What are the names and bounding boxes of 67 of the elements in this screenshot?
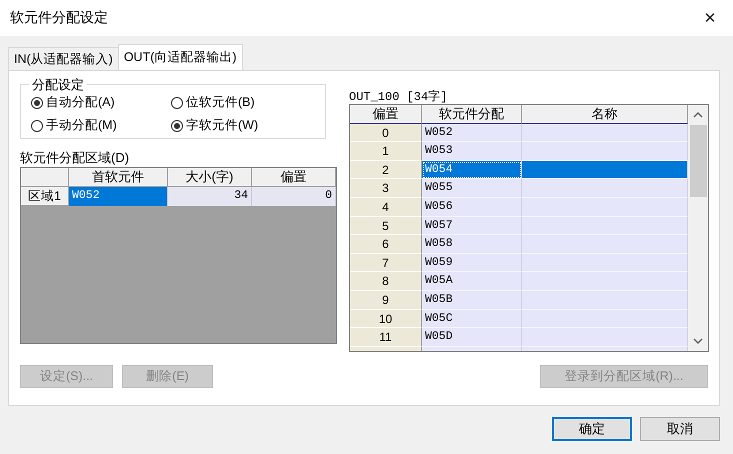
- radio-button[interactable]: 字软元件(W): [171, 116, 321, 135]
- tab[interactable]: IN(从适配器输入): [8, 47, 119, 70]
- table-cell[interactable]: 0: [252, 187, 336, 206]
- row-header: 5: [350, 216, 422, 236]
- table-cell[interactable]: [522, 328, 688, 347]
- scrollbar[interactable]: [688, 105, 708, 351]
- column-header: 名称: [522, 105, 688, 124]
- row-header: 7: [350, 254, 422, 272]
- table-cell[interactable]: [522, 272, 688, 291]
- table-caption: OUT_100 [34字]: [349, 88, 448, 104]
- table-cell[interactable]: [522, 179, 688, 198]
- section-label: 软元件分配区域(D): [20, 149, 130, 167]
- column-header: 软元件分配: [422, 105, 522, 124]
- table-cell[interactable]: [522, 198, 688, 217]
- table-cell[interactable]: W052: [422, 124, 522, 142]
- table-cell[interactable]: W05A: [422, 272, 522, 291]
- column-header: 偏置: [252, 168, 336, 187]
- table-cell[interactable]: 34: [168, 187, 252, 206]
- radio-button[interactable]: 位软元件(B): [171, 93, 321, 112]
- row-header: 8: [350, 272, 422, 291]
- row-header: 区域1: [21, 187, 69, 206]
- table-cell[interactable]: W055: [422, 179, 522, 198]
- row-header: 0: [350, 124, 422, 142]
- table-cell[interactable]: [522, 142, 688, 161]
- table-cell[interactable]: W058: [422, 235, 522, 254]
- scroll-thumb[interactable]: [690, 125, 706, 197]
- table-cell[interactable]: W05B: [422, 290, 522, 310]
- column-header: 首软元件: [69, 168, 168, 187]
- table-cell[interactable]: [522, 160, 688, 180]
- row-header: 1: [350, 142, 422, 161]
- row-header: 9: [350, 290, 422, 310]
- row-header: 11: [350, 328, 422, 347]
- button[interactable]: 确定: [552, 417, 632, 441]
- table-cell[interactable]: W059: [422, 254, 522, 272]
- table-cell[interactable]: [522, 310, 688, 328]
- table-cell[interactable]: W05C: [422, 310, 522, 328]
- row-header: 10: [350, 310, 422, 328]
- scroll-up-icon[interactable]: [693, 112, 703, 118]
- row-header: 6: [350, 235, 422, 254]
- table-cell[interactable]: [522, 216, 688, 236]
- column-header: 大小(字): [168, 168, 252, 187]
- table-cell[interactable]: W053: [422, 142, 522, 161]
- column-header: 偏置: [350, 105, 422, 124]
- group-title: 分配设定: [29, 76, 87, 94]
- radio-icon[interactable]: [171, 120, 183, 132]
- radio-icon[interactable]: [31, 120, 43, 132]
- table-cell[interactable]: [522, 254, 688, 272]
- table-cell[interactable]: W052: [69, 187, 168, 206]
- window-title: 软元件分配设定: [10, 9, 108, 27]
- table-cell[interactable]: W054: [422, 160, 522, 180]
- row-header: 2: [350, 160, 422, 180]
- table-cell[interactable]: [522, 290, 688, 310]
- table-cell[interactable]: W056: [422, 198, 522, 217]
- table-cell[interactable]: [522, 124, 688, 142]
- table-cell[interactable]: W05D: [422, 328, 522, 347]
- row-header: 3: [350, 179, 422, 198]
- row-header: 4: [350, 198, 422, 217]
- table-cell[interactable]: W057: [422, 216, 522, 236]
- button[interactable]: 取消: [640, 417, 720, 441]
- radio-button[interactable]: 自动分配(A): [31, 93, 171, 112]
- table-cell[interactable]: [522, 235, 688, 254]
- close-button[interactable]: ✕: [687, 0, 733, 36]
- tab[interactable]: OUT(向适配器输出): [118, 44, 243, 70]
- radio-button[interactable]: 手动分配(M): [31, 116, 171, 135]
- scroll-down-icon[interactable]: [693, 338, 703, 344]
- radio-icon[interactable]: [171, 96, 183, 108]
- radio-icon[interactable]: [31, 96, 43, 108]
